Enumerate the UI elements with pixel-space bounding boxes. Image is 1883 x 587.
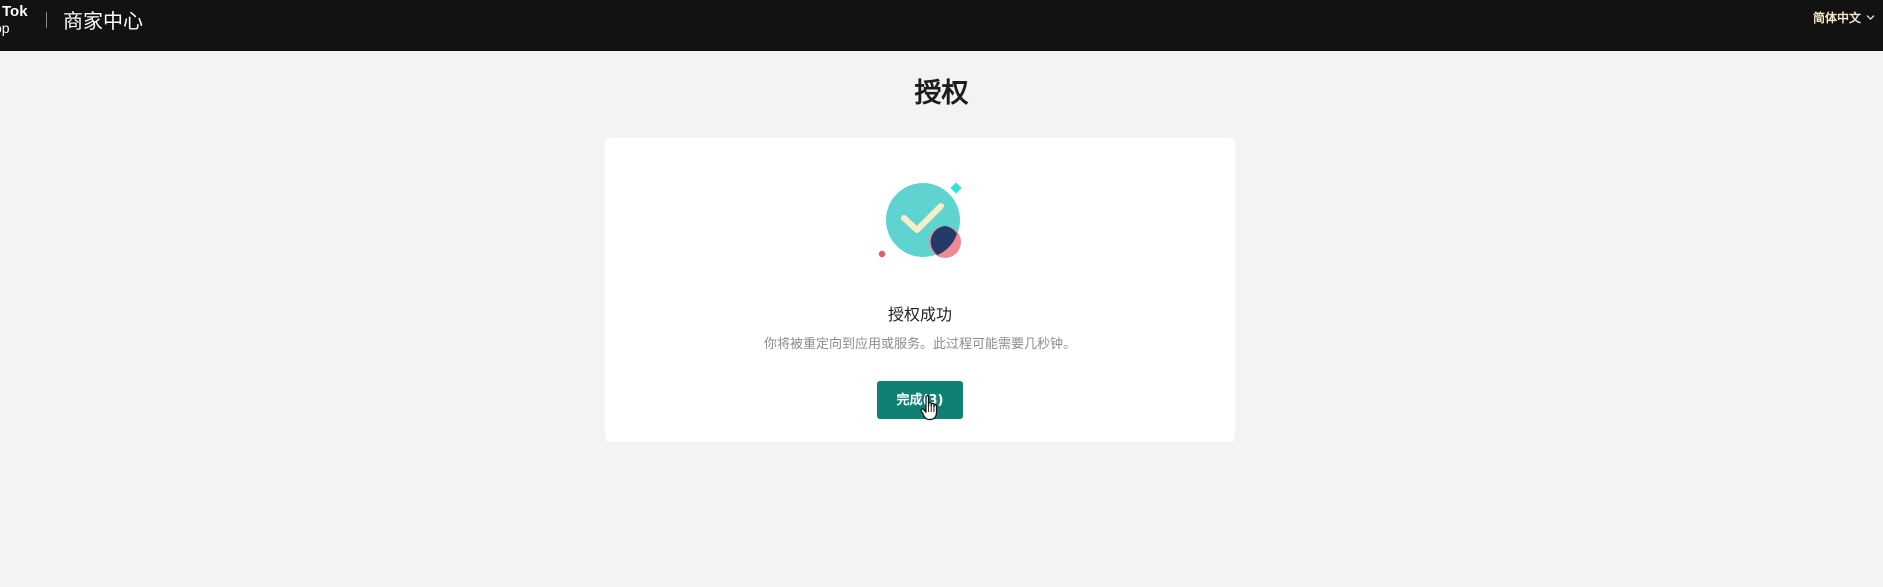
page-title: 授权 <box>914 78 969 109</box>
success-title: 授权成功 <box>887 305 952 324</box>
header-divider <box>46 12 47 28</box>
redirect-description: 你将被重定向到应用或服务。此过程可能需要几秒钟。 <box>763 337 1076 352</box>
top-navigation-bar: Tok op 商家中心 简体中文 <box>0 0 1883 51</box>
success-check-icon <box>878 182 962 258</box>
authorization-result-card: 授权成功 你将被重定向到应用或服务。此过程可能需要几秒钟。 完成(3) <box>605 138 1235 442</box>
logo-text-line1: Tok <box>2 4 28 20</box>
done-button[interactable]: 完成(3) <box>877 381 963 419</box>
language-label: 简体中文 <box>1812 10 1861 25</box>
language-selector[interactable]: 简体中文 <box>1813 7 1875 27</box>
logo-text-line2: op <box>0 20 10 36</box>
chevron-down-icon <box>1866 14 1875 20</box>
tiktok-shop-logo[interactable]: Tok op <box>0 4 32 38</box>
seller-center-title[interactable]: 商家中心 <box>63 8 143 34</box>
